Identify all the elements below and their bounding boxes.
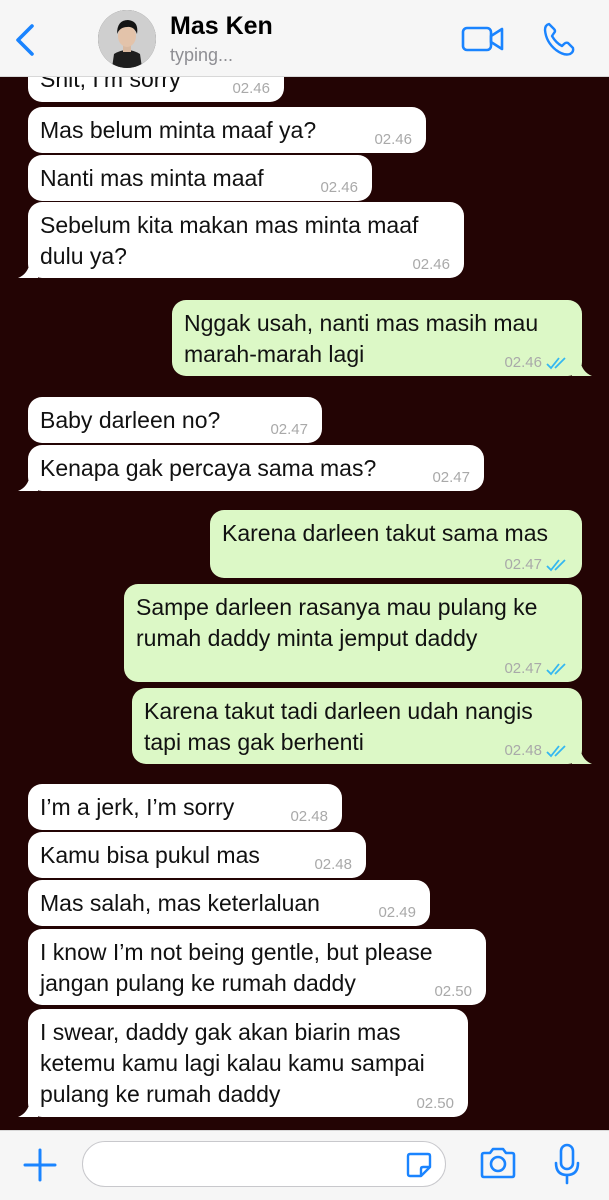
message-time: 02.46 bbox=[504, 354, 570, 372]
message-bubble-incoming[interactable]: I’m a jerk, I’m sorry 02.48 bbox=[28, 784, 342, 830]
read-ticks-icon bbox=[546, 357, 566, 370]
message-time: 02.50 bbox=[434, 983, 472, 1000]
message-bubble-outgoing[interactable]: Karena darleen takut sama mas 02.47 bbox=[210, 510, 582, 578]
message-time: 02.47 bbox=[504, 556, 570, 574]
message-bubble-outgoing[interactable]: Sampe darleen rasanya mau pulang ke ruma… bbox=[124, 584, 582, 682]
message-bubble-outgoing[interactable]: Nggak usah, nanti mas masih mau marah-ma… bbox=[172, 300, 592, 376]
input-bar bbox=[0, 1130, 609, 1200]
message-bubble-incoming[interactable]: Baby darleen no? 02.47 bbox=[28, 397, 322, 443]
message-time: 02.47 bbox=[432, 469, 470, 486]
bubble-tail bbox=[572, 360, 592, 376]
typing-status: typing... bbox=[170, 45, 234, 65]
bubble-tail bbox=[18, 1101, 38, 1117]
avatar-portrait-icon bbox=[98, 10, 156, 68]
message-time: 02.48 bbox=[290, 808, 328, 825]
message-time: 02.46 bbox=[412, 256, 450, 273]
message-text: Karena darleen takut sama mas bbox=[222, 520, 549, 546]
bubble-tail bbox=[572, 748, 592, 764]
microphone-icon[interactable] bbox=[553, 1143, 581, 1185]
message-bubble-outgoing[interactable]: Karena takut tadi darleen udah nangis ta… bbox=[132, 688, 592, 764]
message-time: 02.47 bbox=[504, 660, 570, 678]
message-time: 02.49 bbox=[378, 904, 416, 921]
video-camera-icon[interactable] bbox=[460, 22, 506, 56]
message-bubble-incoming[interactable]: Nanti mas minta maaf 02.46 bbox=[28, 155, 372, 201]
phone-icon[interactable] bbox=[540, 20, 578, 58]
message-time: 02.48 bbox=[504, 742, 570, 760]
avatar[interactable] bbox=[98, 10, 156, 68]
message-input[interactable] bbox=[82, 1141, 446, 1187]
chat-header: Mas Ken typing... bbox=[0, 0, 609, 77]
message-bubble-incoming[interactable]: Sebelum kita makan mas minta maaf dulu y… bbox=[18, 202, 464, 278]
message-time-text: 02.46 bbox=[504, 354, 542, 371]
message-time: 02.46 bbox=[232, 80, 270, 97]
message-text: Kamu bisa pukul mas bbox=[40, 842, 260, 868]
message-time: 02.48 bbox=[314, 856, 352, 873]
message-time: 02.50 bbox=[416, 1095, 454, 1112]
read-ticks-icon bbox=[546, 745, 566, 758]
message-bubble-incoming[interactable]: I know I’m not being gentle, but please … bbox=[28, 929, 486, 1005]
message-text: Mas salah, mas keterlaluan bbox=[40, 890, 320, 916]
message-time-text: 02.48 bbox=[504, 742, 542, 759]
camera-icon[interactable] bbox=[478, 1145, 518, 1181]
message-bubble-incoming[interactable]: Kenapa gak percaya sama mas? 02.47 bbox=[18, 445, 484, 491]
plus-icon[interactable] bbox=[22, 1147, 58, 1183]
message-time: 02.47 bbox=[270, 421, 308, 438]
message-time-text: 02.47 bbox=[504, 660, 542, 677]
sticker-icon[interactable] bbox=[405, 1151, 433, 1179]
message-time: 02.46 bbox=[374, 131, 412, 148]
message-text: I’m a jerk, I’m sorry bbox=[40, 794, 235, 820]
message-bubble-incoming[interactable]: Mas belum minta maaf ya? 02.46 bbox=[28, 107, 426, 153]
chat-area: Shit, I’m sorry 02.46 Mas belum minta ma… bbox=[0, 0, 609, 1130]
message-text: Sebelum kita makan mas minta maaf dulu y… bbox=[40, 212, 419, 269]
message-bubble-incoming[interactable]: I swear, daddy gak akan biarin mas ketem… bbox=[18, 1009, 468, 1117]
message-time: 02.46 bbox=[320, 179, 358, 196]
message-text: Karena takut tadi darleen udah nangis ta… bbox=[144, 698, 533, 755]
message-bubble-incoming[interactable]: Kamu bisa pukul mas 02.48 bbox=[28, 832, 366, 878]
read-ticks-icon bbox=[546, 663, 566, 676]
bubble-tail bbox=[18, 475, 38, 491]
message-bubble-incoming[interactable]: Mas salah, mas keterlaluan 02.49 bbox=[28, 880, 430, 926]
read-ticks-icon bbox=[546, 559, 566, 572]
message-time-text: 02.47 bbox=[504, 556, 542, 573]
message-text: Baby darleen no? bbox=[40, 407, 221, 433]
message-text: I swear, daddy gak akan biarin mas ketem… bbox=[40, 1019, 425, 1107]
chevron-left-icon[interactable] bbox=[10, 22, 40, 58]
message-text: Kenapa gak percaya sama mas? bbox=[40, 455, 377, 481]
message-text: I know I’m not being gentle, but please … bbox=[40, 939, 433, 996]
contact-name[interactable]: Mas Ken bbox=[170, 12, 273, 41]
message-text: Sampe darleen rasanya mau pulang ke ruma… bbox=[136, 594, 538, 651]
bubble-tail bbox=[18, 262, 38, 278]
message-text: Mas belum minta maaf ya? bbox=[40, 117, 317, 143]
message-text: Nggak usah, nanti mas masih mau marah-ma… bbox=[184, 310, 539, 367]
message-text: Nanti mas minta maaf bbox=[40, 165, 264, 191]
